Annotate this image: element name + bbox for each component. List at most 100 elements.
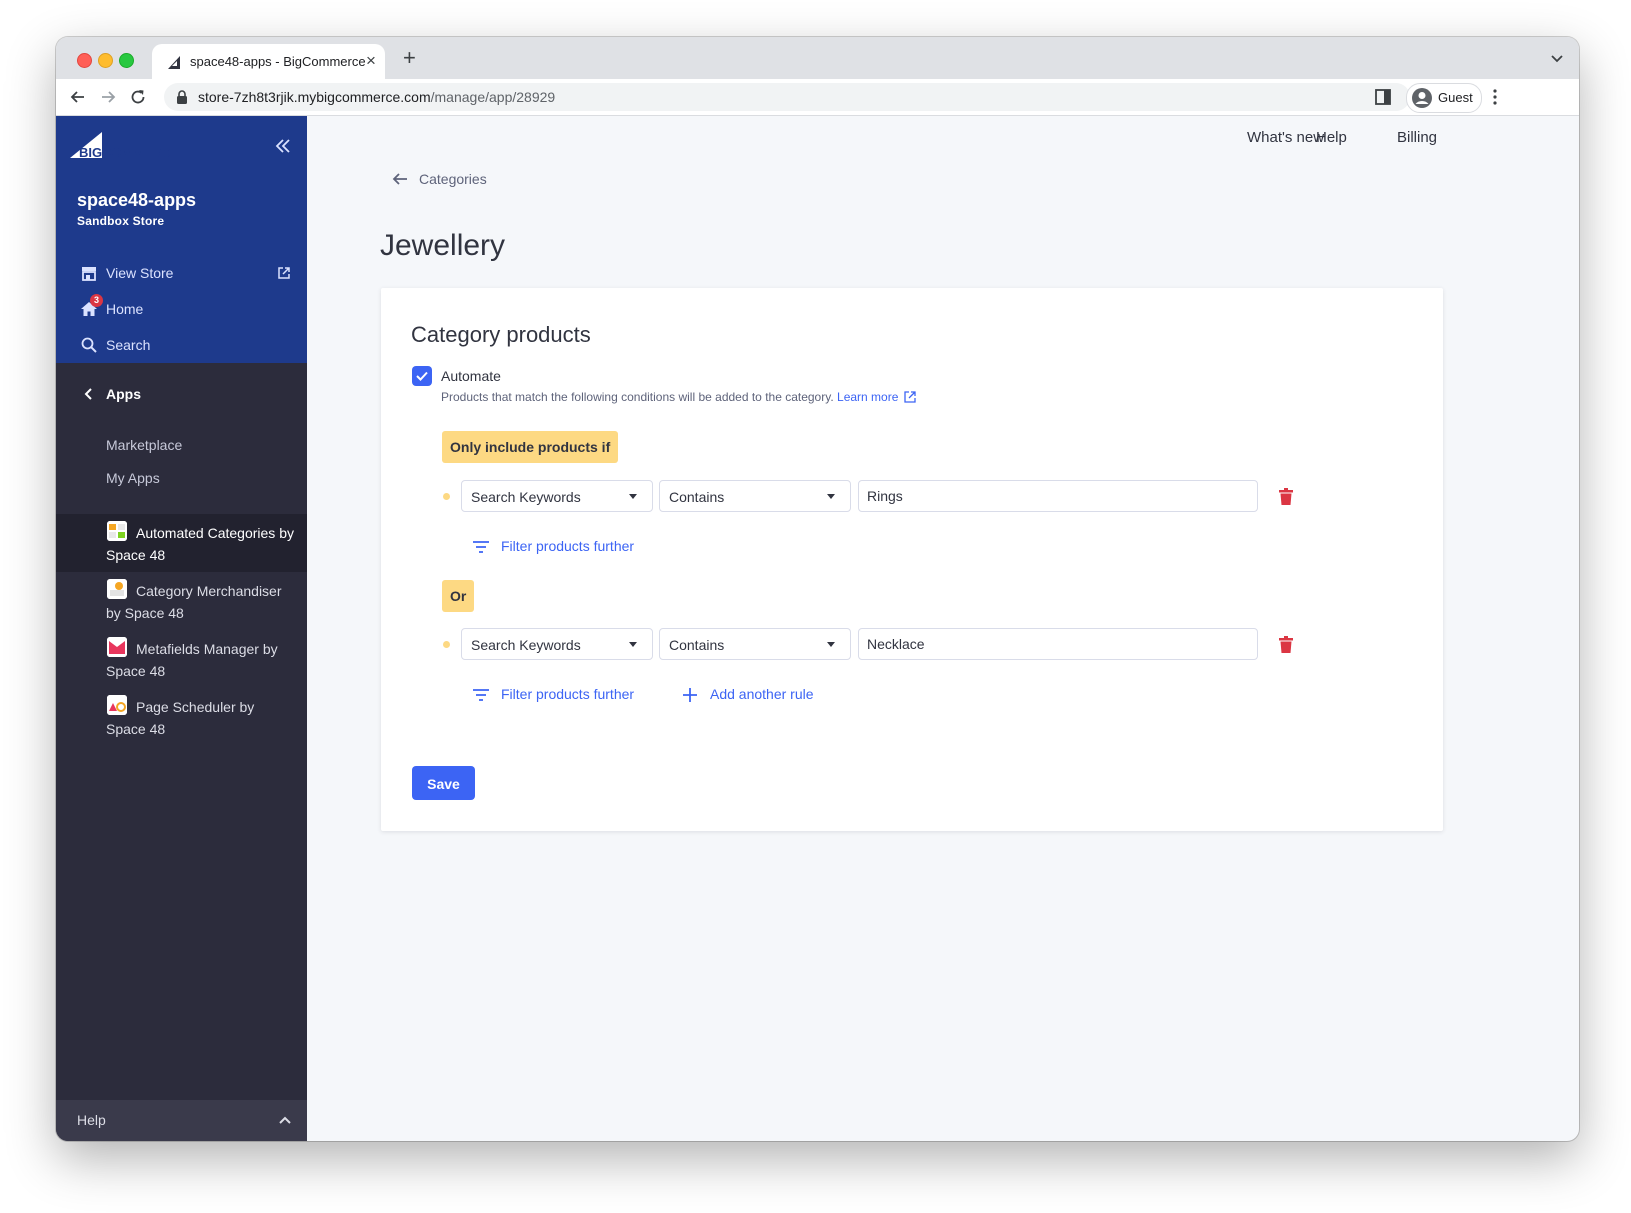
rule-value-input[interactable] xyxy=(858,628,1258,660)
sidebar: BIGCOMMERCE space48-apps Sandbox Store V… xyxy=(56,116,307,1141)
description-text: Products that match the following condit… xyxy=(441,390,834,404)
help-link[interactable]: Help xyxy=(1316,129,1347,146)
notification-badge: 3 xyxy=(90,294,103,307)
search-icon xyxy=(81,337,97,353)
filter-products-further-link[interactable]: Filter products further xyxy=(472,536,652,558)
filter-further-label: Filter products further xyxy=(501,538,635,554)
url-path: /manage/app/28929 xyxy=(430,89,556,105)
sidebar-item-home[interactable]: 3 Home xyxy=(56,294,307,324)
sidebar-help-toggle[interactable]: Help xyxy=(56,1100,307,1141)
learn-more-label: Learn more xyxy=(837,390,899,404)
delete-rule-trash-icon[interactable] xyxy=(1279,488,1293,505)
automate-description: Products that match the following condit… xyxy=(441,390,917,404)
caret-down-icon xyxy=(827,494,835,499)
profile-label: Guest xyxy=(1438,90,1473,105)
store-type: Sandbox Store xyxy=(77,214,165,228)
learn-more-link[interactable]: Learn more xyxy=(837,390,917,404)
minimize-window-button[interactable] xyxy=(98,53,113,68)
forward-arrow-icon[interactable] xyxy=(98,87,118,107)
sidebar-item-marketplace[interactable]: Marketplace xyxy=(106,437,182,453)
logo-text: BIGCOMMERCE xyxy=(79,145,180,160)
lock-icon xyxy=(177,90,187,104)
rule-value-input[interactable] xyxy=(858,480,1258,512)
condition-badge-or: Or xyxy=(442,580,475,612)
filter-further-label: Filter products further xyxy=(501,686,635,702)
address-bar[interactable]: store-7zh8t3rjik.mybigcommerce.com/manag… xyxy=(164,83,1410,111)
rule-bullet xyxy=(443,641,450,648)
new-tab-button[interactable]: + xyxy=(403,47,416,69)
apps-label: Apps xyxy=(106,386,141,402)
sidebar-app-category-merchandiser[interactable]: Category Merchandiser by Space 48 xyxy=(56,572,307,630)
caret-down-icon xyxy=(629,494,637,499)
back-arrow-icon[interactable] xyxy=(68,87,88,107)
delete-rule-trash-icon[interactable] xyxy=(1279,636,1293,653)
rule-bullet xyxy=(443,493,450,500)
filter-icon xyxy=(473,541,489,553)
reload-icon[interactable] xyxy=(128,87,148,107)
add-rule-label: Add another rule xyxy=(710,686,814,702)
store-name: space48-apps xyxy=(77,190,197,210)
side-panel-icon[interactable] xyxy=(1374,88,1392,106)
external-link-icon xyxy=(904,391,917,403)
sidebar-app-automated-categories[interactable]: Automated Categories by Space 48 xyxy=(56,514,307,572)
rule-operator-select[interactable]: Contains xyxy=(659,480,851,512)
more-menu-icon[interactable] xyxy=(1492,88,1498,106)
sidebar-item-search[interactable]: Search xyxy=(56,330,307,360)
checkmark-icon xyxy=(416,371,428,381)
url-text: store-7zh8t3rjik.mybigcommerce.com/manag… xyxy=(198,89,555,105)
select-value: Contains xyxy=(669,637,725,653)
card-title: Category products xyxy=(411,322,591,347)
rule-field-select[interactable]: Search Keywords xyxy=(461,480,653,512)
sidebar-item-view-store[interactable]: View Store xyxy=(56,258,307,288)
back-to-categories-link[interactable]: Categories xyxy=(391,168,511,192)
billing-link[interactable]: Billing xyxy=(1397,129,1437,146)
caret-down-icon xyxy=(827,642,835,647)
browser-tab[interactable]: space48-apps - BigCommerce × xyxy=(152,44,385,79)
sidebar-app-page-scheduler[interactable]: Page Scheduler by Space 48 xyxy=(56,688,307,746)
close-window-button[interactable] xyxy=(77,53,92,68)
automate-label: Automate xyxy=(441,368,501,384)
view-store-label: View Store xyxy=(106,265,174,281)
condition-badge-include: Only include products if xyxy=(442,431,619,463)
filter-products-further-link[interactable]: Filter products further xyxy=(472,684,652,706)
automate-checkbox[interactable] xyxy=(412,366,432,386)
sidebar-item-my-apps[interactable]: My Apps xyxy=(106,470,160,486)
app-label: Page Scheduler by Space 48 xyxy=(106,699,255,737)
select-value: Search Keywords xyxy=(471,637,581,653)
bigcommerce-favicon-icon xyxy=(168,56,180,69)
app-label: Metafields Manager by Space 48 xyxy=(106,641,278,679)
browser-toolbar: store-7zh8t3rjik.mybigcommerce.com/manag… xyxy=(56,79,1579,116)
back-label: Categories xyxy=(419,171,487,187)
tab-search-chevron-icon[interactable] xyxy=(1549,50,1565,66)
profile-button[interactable]: Guest xyxy=(1406,83,1482,113)
caret-down-icon xyxy=(629,642,637,647)
browser-window: space48-apps - BigCommerce × + store-7zh… xyxy=(56,37,1579,1141)
filter-icon xyxy=(473,689,489,701)
select-value: Search Keywords xyxy=(471,489,581,505)
chevron-up-icon xyxy=(279,1116,291,1124)
category-products-card: Category products Automate Products that… xyxy=(381,288,1443,831)
app-label: Automated Categories by Space 48 xyxy=(106,525,294,563)
rule-field-select[interactable]: Search Keywords xyxy=(461,628,653,660)
arrow-left-icon xyxy=(392,173,407,185)
profile-avatar-icon xyxy=(1412,88,1432,108)
help-label: Help xyxy=(77,1112,106,1128)
whats-new-link[interactable]: What's new xyxy=(1247,129,1324,146)
tab-close-icon[interactable]: × xyxy=(366,52,376,70)
maximize-window-button[interactable] xyxy=(119,53,134,68)
page-title: Jewellery xyxy=(380,229,506,263)
collapse-sidebar-icon[interactable] xyxy=(274,138,292,154)
app-label: Category Merchandiser by Space 48 xyxy=(106,583,282,621)
rule-operator-select[interactable]: Contains xyxy=(659,628,851,660)
apps-back-button[interactable]: Apps xyxy=(56,378,307,412)
bigcommerce-logo[interactable]: BIGCOMMERCE xyxy=(70,130,200,160)
plus-icon xyxy=(683,688,697,702)
home-label: Home xyxy=(106,301,144,317)
save-button[interactable]: Save xyxy=(412,766,475,800)
sidebar-header: BIGCOMMERCE space48-apps Sandbox Store V… xyxy=(56,116,307,363)
chevron-left-icon xyxy=(84,388,92,400)
select-value: Contains xyxy=(669,489,725,505)
tab-bar: space48-apps - BigCommerce × + xyxy=(56,37,1579,79)
add-another-rule-link[interactable]: Add another rule xyxy=(681,684,841,706)
sidebar-app-metafields-manager[interactable]: Metafields Manager by Space 48 xyxy=(56,630,307,688)
